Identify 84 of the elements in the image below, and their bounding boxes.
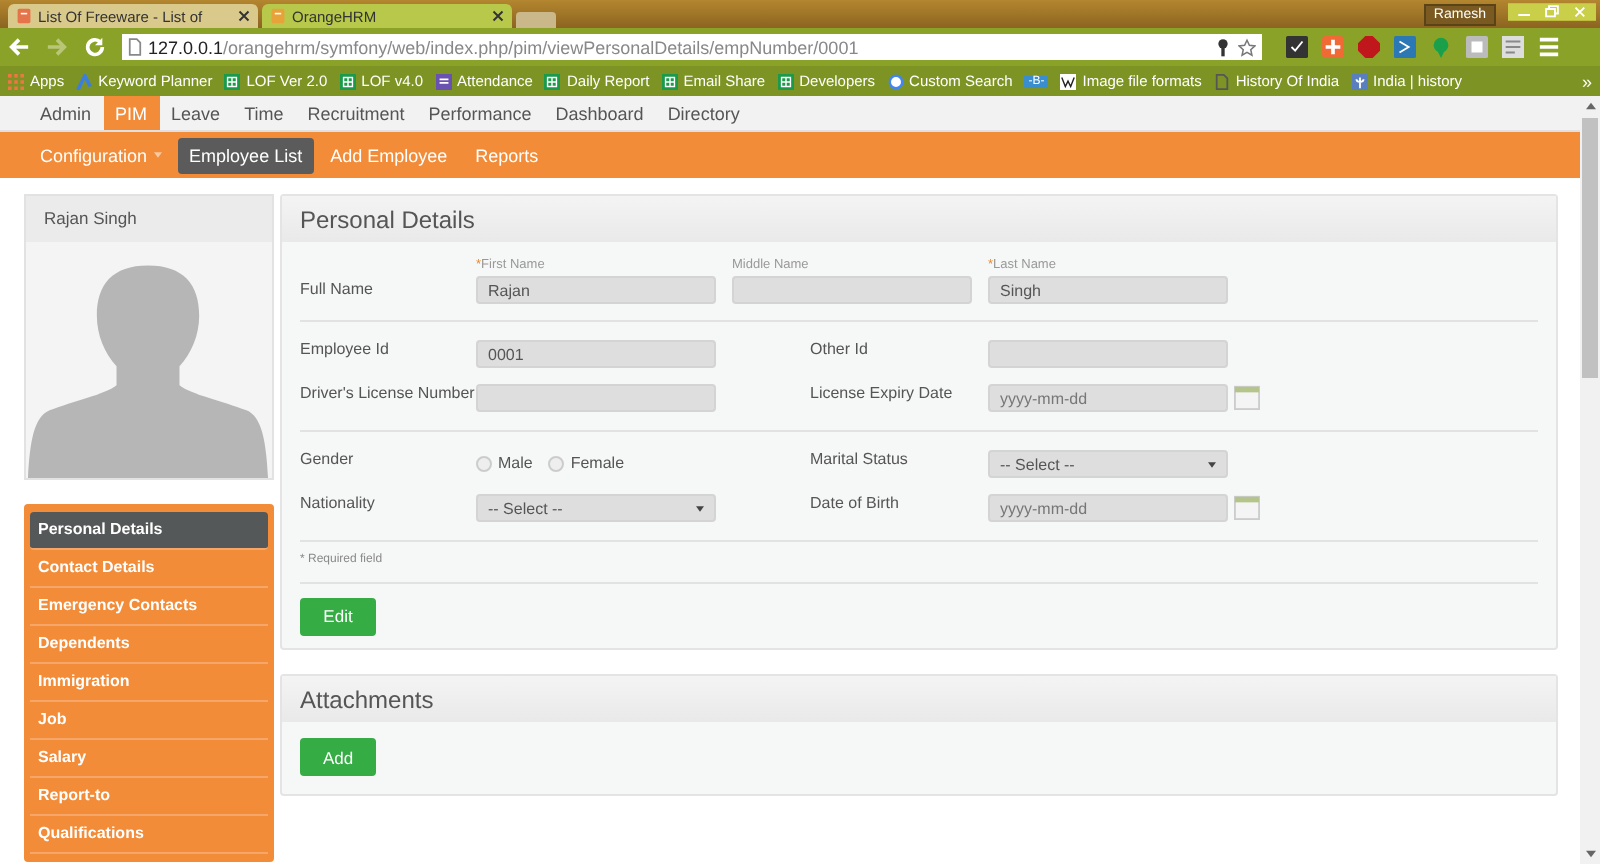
- select-dropdown[interactable]: -- Select --: [476, 494, 716, 522]
- field-label: License Expiry Date: [810, 384, 955, 402]
- close-icon[interactable]: [238, 10, 250, 22]
- section-title: Personal Details: [282, 196, 1556, 242]
- stop-sign-icon[interactable]: [1358, 36, 1380, 58]
- calendar-icon[interactable]: [1234, 494, 1260, 520]
- side-menu-item[interactable]: Dependents: [30, 626, 268, 664]
- radio-option[interactable]: Male: [476, 454, 533, 472]
- input-field[interactable]: Rajan: [476, 276, 716, 304]
- field-label: Marital Status: [810, 450, 910, 468]
- letter-w-icon: [1060, 73, 1077, 89]
- input-field[interactable]: [732, 276, 972, 304]
- field-label: Employee Id: [300, 340, 391, 358]
- input-field[interactable]: 0001: [476, 340, 716, 368]
- address-field[interactable]: 127.0.0.1/orangehrm/symfony/web/index.php/pim/viewPersonalDetails/empNumber/0001: [122, 34, 1262, 60]
- menu-icon[interactable]: [1538, 36, 1560, 58]
- edit-button[interactable]: Edit: [300, 597, 376, 635]
- menu-tab[interactable]: Recruitment: [295, 96, 417, 130]
- section-title: Attachments: [282, 675, 1556, 721]
- radio-option[interactable]: Female: [548, 454, 625, 472]
- select-dropdown[interactable]: -- Select --: [988, 450, 1228, 478]
- submenu-item[interactable]: Add Employee: [318, 137, 460, 173]
- flag-icon: [1351, 73, 1368, 89]
- input-field[interactable]: [476, 384, 716, 412]
- menu-tab[interactable]: Leave: [159, 96, 233, 130]
- key-icon[interactable]: [1214, 37, 1232, 57]
- star-icon[interactable]: [1238, 37, 1256, 57]
- field-label: Nationality: [300, 494, 377, 512]
- spreadsheet-icon: [224, 73, 241, 89]
- document-icon[interactable]: [1502, 36, 1524, 58]
- forward-icon[interactable]: [46, 36, 68, 58]
- scrollbar[interactable]: [1580, 96, 1600, 864]
- circle-icon: [887, 73, 904, 89]
- side-menu-item[interactable]: Immigration: [30, 664, 268, 702]
- back-icon[interactable]: [8, 36, 30, 58]
- caret-icon: [696, 505, 704, 511]
- caret-icon: [1208, 461, 1216, 467]
- side-menu-item[interactable]: Job: [30, 702, 268, 740]
- spreadsheet-icon: [339, 73, 356, 89]
- page-icon[interactable]: [128, 38, 142, 56]
- side-menu-item[interactable]: Qualifications: [30, 816, 268, 854]
- input-field[interactable]: Singh: [988, 276, 1228, 304]
- field-label: Date of Birth: [810, 494, 901, 512]
- plus-icon[interactable]: [1322, 36, 1344, 58]
- submenu-item[interactable]: Configuration: [28, 137, 174, 173]
- grid-icon: [8, 73, 24, 89]
- menu-tab[interactable]: PIM: [103, 96, 160, 130]
- menu-tab[interactable]: Admin: [28, 96, 104, 130]
- submenu-item[interactable]: Employee List: [177, 137, 315, 173]
- more-bookmarks-button[interactable]: »: [1581, 71, 1592, 91]
- submenu-item[interactable]: Reports: [463, 137, 551, 173]
- form-icon: [435, 73, 452, 89]
- date-field[interactable]: yyyy-mm-dd: [988, 384, 1228, 412]
- spreadsheet-icon: [544, 73, 561, 89]
- date-field[interactable]: yyyy-mm-dd: [988, 494, 1228, 522]
- extension-icon[interactable]: [1466, 36, 1488, 58]
- reload-icon[interactable]: [84, 36, 106, 58]
- input-field[interactable]: [988, 340, 1228, 368]
- side-menu-item[interactable]: Report-to: [30, 778, 268, 816]
- page-icon: [1213, 73, 1230, 89]
- side-menu-item[interactable]: Salary: [30, 740, 268, 778]
- menu-tab[interactable]: Directory: [655, 96, 752, 130]
- side-menu-item[interactable]: Personal Details: [30, 512, 268, 550]
- extension-icon[interactable]: [1394, 36, 1416, 58]
- calendar-icon[interactable]: [1234, 384, 1260, 410]
- field-label: Other Id: [810, 340, 870, 358]
- menu-tab[interactable]: Performance: [416, 96, 544, 130]
- side-menu-item[interactable]: Emergency Contacts: [30, 588, 268, 626]
- menu-tab[interactable]: Time: [232, 96, 296, 130]
- scroll-up-icon[interactable]: [1585, 102, 1595, 110]
- close-icon[interactable]: [492, 10, 504, 22]
- window-controls[interactable]: [1508, 0, 1596, 24]
- checkmark-icon[interactable]: [1286, 36, 1308, 58]
- spreadsheet-icon: [777, 73, 794, 89]
- add-button[interactable]: Add: [300, 738, 376, 776]
- employee-name: Rajan Singh: [26, 196, 272, 242]
- field-label: Driver's License Number: [300, 384, 476, 402]
- spreadsheet-icon: [661, 73, 678, 89]
- menu-tab[interactable]: Dashboard: [543, 96, 656, 130]
- field-label: Full Name: [300, 278, 375, 298]
- side-menu-item[interactable]: Contact Details: [30, 550, 268, 588]
- document-icon: [16, 8, 32, 24]
- scroll-down-icon[interactable]: [1585, 850, 1595, 858]
- field-label: Gender: [300, 450, 356, 468]
